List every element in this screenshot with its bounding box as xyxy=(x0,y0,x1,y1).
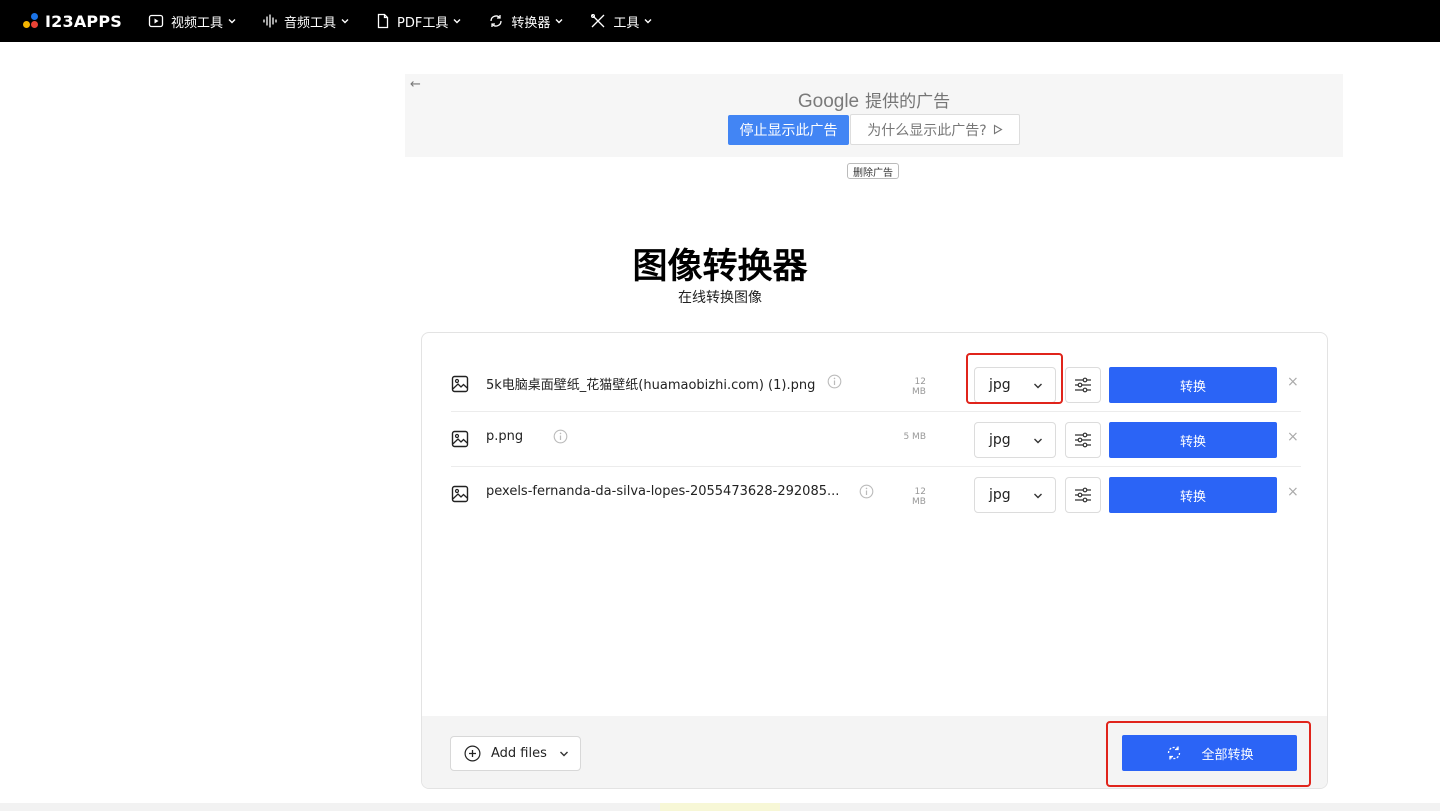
settings-button[interactable] xyxy=(1065,367,1101,403)
image-file-icon xyxy=(451,485,469,503)
convert-button[interactable]: 转换 xyxy=(1109,422,1277,458)
file-name: pexels-fernanda-da-silva-lopes-205547362… xyxy=(486,484,840,499)
nav-item-label: PDF工具 xyxy=(397,15,449,31)
add-files-button[interactable]: Add files xyxy=(450,736,581,771)
file-name: p.png xyxy=(486,429,524,444)
convert-button[interactable]: 转换 xyxy=(1109,477,1277,513)
image-file-icon xyxy=(451,375,469,393)
format-select[interactable]: jpg xyxy=(974,367,1056,403)
chevron-down-icon xyxy=(560,751,568,757)
info-icon[interactable] xyxy=(553,429,568,444)
format-value: jpg xyxy=(989,377,1011,393)
why-ad-button[interactable]: 为什么显示此广告? xyxy=(850,114,1020,145)
file-row: pexels-fernanda-da-silva-lopes-205547362… xyxy=(451,467,1301,522)
chevron-down-icon xyxy=(1034,438,1042,444)
nav-item-pdf-tools[interactable]: PDF工具 xyxy=(376,0,462,42)
sliders-icon xyxy=(1075,377,1091,393)
file-size: 12 MB xyxy=(912,487,926,507)
info-icon[interactable] xyxy=(859,484,874,499)
chevron-down-icon xyxy=(1034,493,1042,499)
info-icon[interactable] xyxy=(827,374,842,389)
nav-item-tools[interactable]: 工具 xyxy=(590,0,653,42)
stop-ad-button[interactable]: 停止显示此广告 xyxy=(728,115,849,145)
bottom-banner-edge xyxy=(660,803,780,811)
convert-all-button[interactable]: 全部转换 xyxy=(1122,735,1297,771)
sliders-icon xyxy=(1075,487,1091,503)
chevron-down-icon xyxy=(644,19,652,24)
page-title: 图像转换器 xyxy=(632,247,808,287)
ad-provider: Google xyxy=(797,91,860,112)
logo-text: I23APPS xyxy=(45,11,122,31)
ad-provider-suffix: 提供的广告 xyxy=(865,92,951,112)
sliders-icon xyxy=(1075,432,1091,448)
app-logo[interactable]: I23APPS xyxy=(23,11,122,31)
chevron-down-icon xyxy=(555,19,563,24)
refresh-icon xyxy=(490,15,503,27)
convert-button[interactable]: 转换 xyxy=(1109,367,1277,403)
chevron-down-icon xyxy=(228,19,236,24)
convert-icon xyxy=(1168,746,1181,760)
add-files-label: Add files xyxy=(491,746,547,761)
play-icon xyxy=(148,14,164,28)
format-value: jpg xyxy=(989,487,1011,503)
page-subtitle: 在线转换图像 xyxy=(678,290,762,306)
logo-mark xyxy=(23,13,39,29)
close-icon[interactable]: × xyxy=(1287,429,1299,445)
format-select[interactable]: jpg xyxy=(974,422,1056,458)
ad-provider-line: Google 提供的广告 xyxy=(405,87,1343,113)
image-file-icon xyxy=(451,430,469,448)
nav-item-label: 转换器 xyxy=(511,15,551,31)
chevron-down-icon xyxy=(453,19,461,24)
chevron-down-icon xyxy=(341,19,349,24)
file-size: 12 MB xyxy=(912,377,926,397)
bottom-strip xyxy=(0,803,1440,811)
nav-item-converters[interactable]: 转换器 xyxy=(488,0,564,42)
convert-all-label: 全部转换 xyxy=(1201,747,1254,763)
file-size: 5 MB xyxy=(903,432,926,442)
document-icon xyxy=(377,13,389,29)
add-circle-icon xyxy=(464,745,481,762)
remove-ad-button[interactable]: 删除广告 xyxy=(847,163,899,179)
chevron-down-icon xyxy=(1034,383,1042,389)
file-row: 5k电脑桌面壁纸_花猫壁纸(huamaobizhi.com) (1).png 1… xyxy=(451,357,1301,412)
nav-item-label: 工具 xyxy=(613,15,640,31)
panel-footer: Add files 全部转换 xyxy=(422,716,1327,788)
file-row: p.png 5 MB jpg 转换 × xyxy=(451,412,1301,467)
main-nav: 视频工具 音频工具 PDF工具 转换器 工具 xyxy=(148,0,679,42)
nav-item-label: 音频工具 xyxy=(284,15,337,31)
file-list-panel: 5k电脑桌面壁纸_花猫壁纸(huamaobizhi.com) (1).png 1… xyxy=(421,332,1328,789)
file-name: 5k电脑桌面壁纸_花猫壁纸(huamaobizhi.com) (1).png xyxy=(486,378,816,393)
format-select[interactable]: jpg xyxy=(974,477,1056,513)
top-nav-bar: I23APPS 视频工具 音频工具 PDF工具 转换器 工具 xyxy=(0,0,1440,42)
nav-item-video-tools[interactable]: 视频工具 xyxy=(148,0,237,42)
nav-item-label: 视频工具 xyxy=(171,15,224,31)
tools-icon xyxy=(591,14,605,28)
close-icon[interactable]: × xyxy=(1287,374,1299,390)
settings-button[interactable] xyxy=(1065,477,1101,513)
close-icon[interactable]: × xyxy=(1287,484,1299,500)
ad-choices-icon xyxy=(993,124,1003,135)
why-ad-label: 为什么显示此广告? xyxy=(867,122,987,139)
ad-banner: ← Google 提供的广告 停止显示此广告 为什么显示此广告? xyxy=(405,74,1343,157)
settings-button[interactable] xyxy=(1065,422,1101,458)
nav-item-audio-tools[interactable]: 音频工具 xyxy=(263,0,350,42)
format-value: jpg xyxy=(989,432,1011,448)
audio-wave-icon xyxy=(263,14,277,28)
